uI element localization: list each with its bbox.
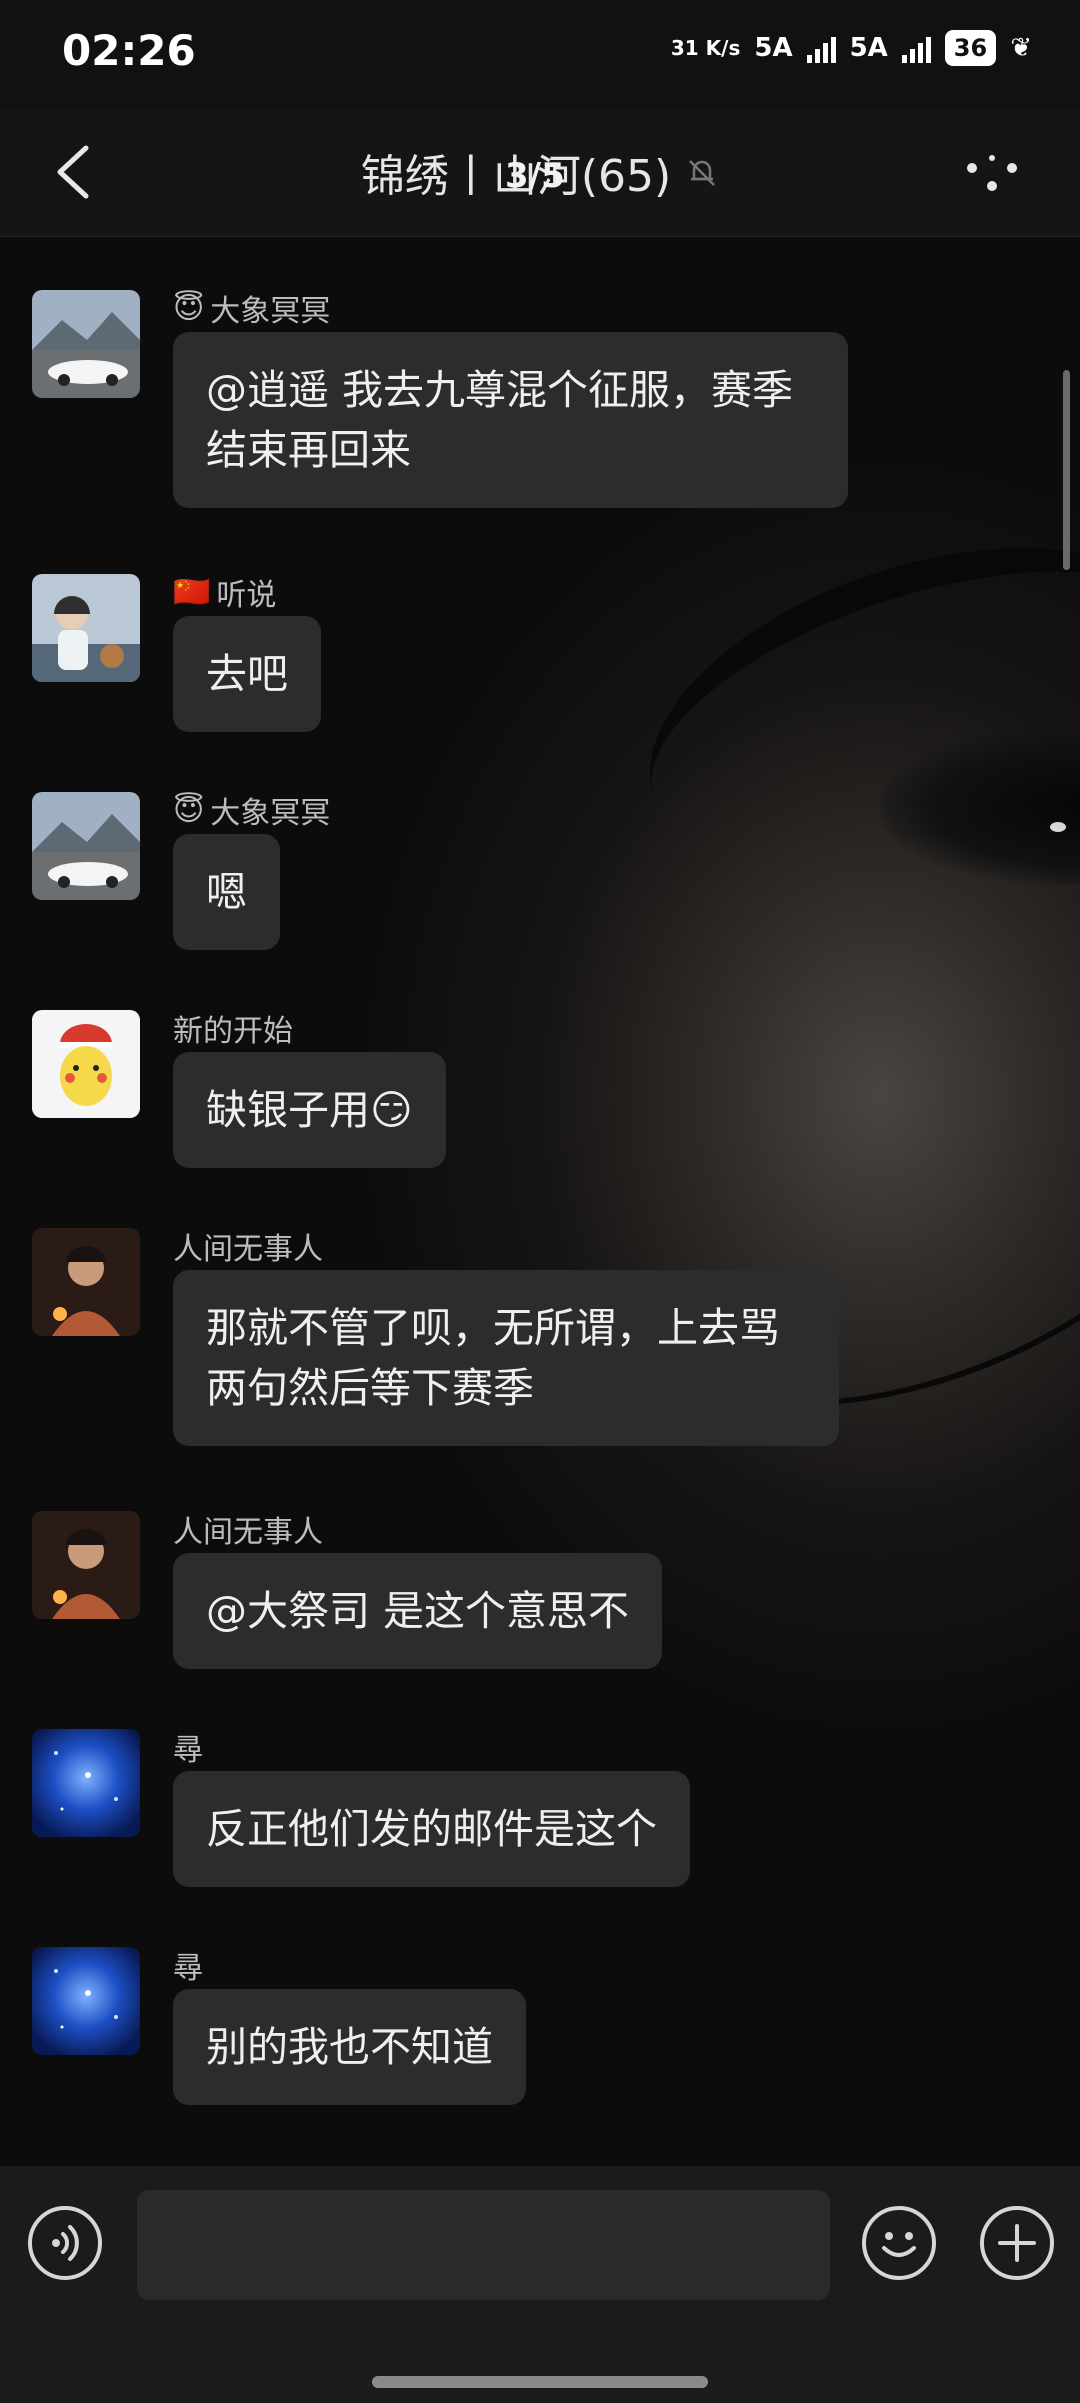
net-speed: 31 K/s — [670, 36, 741, 60]
voice-input-button[interactable] — [28, 2206, 102, 2280]
avatar-stars[interactable] — [32, 1729, 140, 1837]
message-bubble[interactable]: 别的我也不知道 — [173, 1989, 526, 2105]
message-bubble[interactable]: 那就不管了呗，无所谓，上去骂两句然后等下赛季 — [173, 1270, 839, 1446]
angel-emoji-icon: 😇 — [173, 792, 205, 828]
status-icons: 31 K/s 5A 5A 36 ❦ — [671, 30, 1032, 66]
sender-name[interactable]: 人间无事人 — [173, 1507, 323, 1551]
message-bubble[interactable]: @逍遥 我去九尊混个征服，赛季结束再回来 — [173, 332, 848, 508]
china-flag-icon: 🇨🇳 — [173, 574, 211, 610]
smile-icon — [882, 2232, 916, 2257]
message-bubble[interactable]: 缺银子用😏 — [173, 1052, 446, 1168]
sim1-label: 5A — [754, 33, 793, 63]
plus-icon — [998, 2224, 1036, 2262]
sender-name[interactable]: 尋 — [173, 1943, 203, 1987]
sender-name[interactable]: 😇 大象冥冥 — [173, 286, 330, 330]
avatar-boy[interactable] — [32, 574, 140, 682]
voice-icon — [52, 2225, 79, 2261]
sender-name[interactable]: 新的开始 — [173, 1006, 293, 1050]
status-time: 02:26 — [62, 26, 196, 75]
battery-icon: 36 — [944, 30, 997, 66]
message-bubble[interactable]: 去吧 — [173, 616, 321, 732]
gesture-bar — [0, 2336, 1080, 2403]
avatar-man[interactable] — [32, 1511, 140, 1619]
input-bar — [0, 2166, 1080, 2336]
more-options-icon[interactable] — [962, 150, 1022, 200]
status-bar: 02:26 31 K/s 5A 5A 36 ❦ — [0, 0, 1080, 110]
avatar-man[interactable] — [32, 1228, 140, 1336]
sender-name[interactable]: 🇨🇳 听说 — [173, 570, 276, 614]
sender-name[interactable]: 尋 — [173, 1725, 203, 1769]
message-input[interactable] — [137, 2190, 830, 2300]
avatar-car[interactable] — [32, 290, 140, 398]
angel-emoji-icon: 😇 — [173, 290, 205, 326]
sim2-label: 5A — [849, 33, 888, 63]
leaf-icon: ❦ — [1010, 33, 1032, 63]
avatar-stars[interactable] — [32, 1947, 140, 2055]
sender-name[interactable]: 人间无事人 — [173, 1224, 323, 1268]
chat-header: 锦绣丨山河(65) 3/5 — [0, 110, 1080, 237]
emoji-button[interactable] — [862, 2206, 936, 2280]
avatar-car[interactable] — [32, 792, 140, 900]
message-bubble[interactable]: 嗯 — [173, 834, 280, 950]
wallpaper-eye-glint — [1050, 822, 1066, 832]
sender-name[interactable]: 😇 大象冥冥 — [173, 788, 330, 832]
image-pager: 3/5 — [505, 156, 565, 196]
avatar-pikachu[interactable] — [32, 1010, 140, 1118]
message-bubble[interactable]: 反正他们发的邮件是这个 — [173, 1771, 690, 1887]
home-indicator[interactable] — [372, 2376, 708, 2388]
more-functions-button[interactable] — [980, 2206, 1054, 2280]
bell-off-icon — [689, 160, 716, 186]
signal-1-icon — [806, 33, 836, 63]
signal-2-icon — [901, 33, 931, 63]
scrollbar[interactable] — [1063, 370, 1070, 570]
message-bubble[interactable]: @大祭司 是这个意思不 — [173, 1553, 663, 1669]
